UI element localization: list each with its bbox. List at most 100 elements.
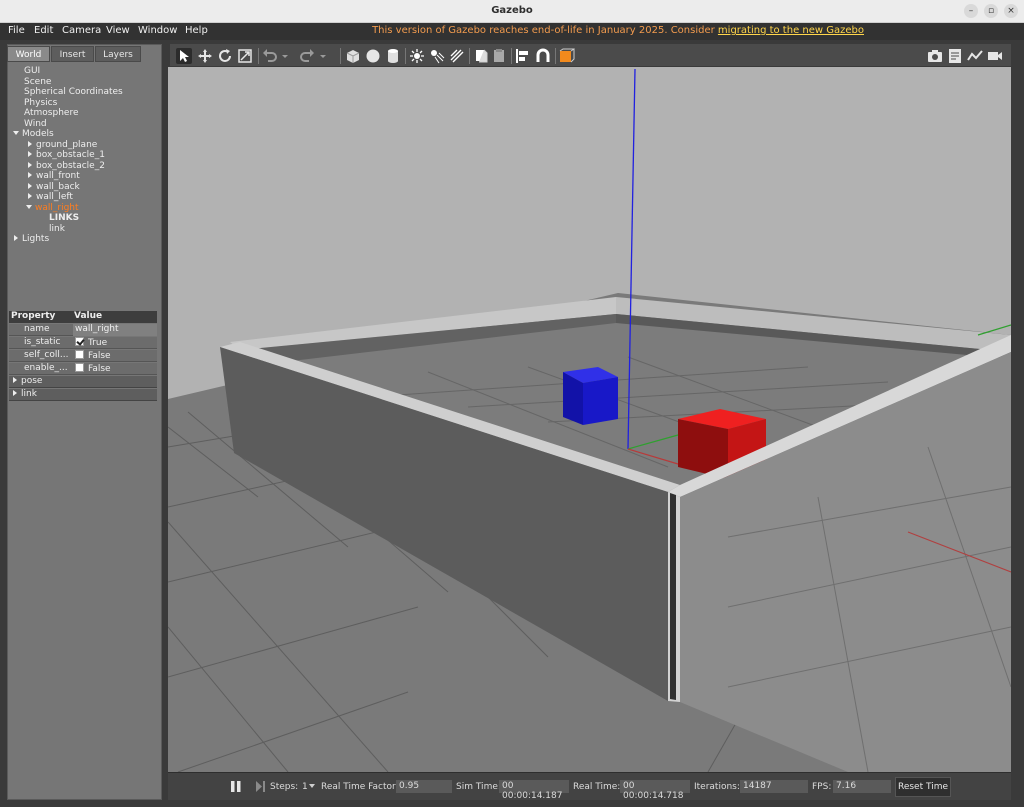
box-shape-icon[interactable] [345,48,361,64]
collapsed-arrow-icon[interactable] [13,390,17,396]
steps-dropdown-icon[interactable] [309,784,315,789]
tree-item-model[interactable]: box_obstacle_1 [28,150,105,161]
select-arrow-icon[interactable] [176,48,192,64]
align-icon[interactable] [515,48,531,64]
scene-render[interactable] [168,67,1011,772]
3d-viewport[interactable] [168,67,1011,772]
collapsed-arrow-icon[interactable] [28,172,32,178]
screenshot-icon[interactable] [927,48,943,64]
maximize-button[interactable]: ▫ [984,4,998,18]
cylinder-shape-icon[interactable] [385,48,401,64]
property-group-link[interactable]: link [9,389,157,401]
checkbox-unchecked-icon[interactable] [75,350,84,359]
collapsed-arrow-icon[interactable] [28,193,32,199]
rtf-value: 0.95 [396,780,452,793]
checkbox-checked-icon[interactable] [75,337,84,346]
tree-item-model[interactable]: wall_front [28,171,80,182]
tab-layers[interactable]: Layers [95,46,141,62]
spot-light-icon[interactable] [429,48,445,64]
collapsed-arrow-icon[interactable] [14,235,18,241]
view-angle-icon[interactable] [559,48,575,64]
sphere-shape-icon[interactable] [365,48,381,64]
property-row-enable-wind: enable_... False [9,363,157,375]
expanded-arrow-icon[interactable] [13,131,19,135]
reset-time-button[interactable]: Reset Time [895,777,951,797]
toolbar-separator [340,48,341,64]
menu-help[interactable]: Help [185,25,208,36]
copy-icon[interactable] [473,48,489,64]
property-enable-value: False [73,363,157,375]
property-self-collide-value: False [73,350,157,362]
steps-label: Steps: [270,782,299,792]
fps-label: FPS: [812,782,832,792]
steps-value[interactable]: 1 [302,782,308,792]
step-icon[interactable] [254,780,266,793]
blue-box-side [583,377,618,425]
tab-world[interactable]: World [7,46,50,62]
tree-item-scene[interactable]: Scene [24,77,51,88]
translate-icon[interactable] [197,48,213,64]
video-icon[interactable] [987,48,1003,64]
tree-item-selected-model[interactable]: wall_right [26,203,79,214]
tree-item-model-label: wall_left [36,192,73,202]
tree-item-wind[interactable]: Wind [24,119,47,130]
rotate-icon[interactable] [217,48,233,64]
toolbar-separator [405,48,406,64]
checkbox-unchecked-icon[interactable] [75,363,84,372]
tree-item-gui[interactable]: GUI [24,66,40,77]
log-icon[interactable] [947,48,963,64]
scale-icon[interactable] [237,48,253,64]
point-light-icon[interactable] [409,48,425,64]
menu-view[interactable]: View [106,25,130,36]
sim-time-value: 00 00:00:14.187 [499,780,569,801]
tree-item-model[interactable]: box_obstacle_2 [28,161,105,172]
close-button[interactable]: × [1004,4,1018,18]
redo-icon[interactable] [299,48,315,64]
tree-item-selected-label: wall_right [35,202,79,213]
links-header: LINKS [49,213,80,223]
tree-item-model[interactable]: wall_back [28,182,80,193]
collapsed-arrow-icon[interactable] [28,161,32,168]
tree-item-physics[interactable]: Physics [24,98,57,109]
tree-item-atmosphere[interactable]: Atmosphere [24,108,78,119]
tree-item-lights[interactable]: Lights [14,234,49,245]
property-link-label: link [13,389,37,399]
property-group-pose[interactable]: pose [9,376,157,388]
tree-item-spherical-coordinates[interactable]: Spherical Coordinates [24,87,123,98]
self-collide-text: False [88,351,111,361]
tree-item-model[interactable]: wall_left [28,192,73,203]
collapsed-arrow-icon[interactable] [28,140,32,147]
redo-dropdown-icon[interactable] [318,48,328,64]
collapsed-arrow-icon[interactable] [28,182,32,189]
tree-item-models-label: Models [22,129,54,139]
directional-light-icon[interactable] [449,48,465,64]
snap-icon[interactable] [535,48,551,64]
tree-item-model-label: box_obstacle_2 [36,160,105,171]
tree-item-model-label: ground_plane [36,139,98,150]
collapsed-arrow-icon[interactable] [28,151,32,157]
tree-item-link[interactable]: link [49,224,65,235]
real-time-label: Real Time: [573,782,621,792]
property-row-name: name wall_right [9,324,157,336]
tree-item-model-label: wall_front [36,171,80,181]
tree-item-model[interactable]: ground_plane [28,140,97,151]
menu-camera[interactable]: Camera [62,25,101,36]
wall-corner-gap [670,493,676,700]
minimize-button[interactable]: – [964,4,978,18]
expanded-arrow-icon[interactable] [26,204,32,209]
menu-edit[interactable]: Edit [34,25,53,36]
menu-file[interactable]: File [8,25,25,36]
migration-link[interactable]: migrating to the new Gazebo [718,25,864,36]
undo-dropdown-icon[interactable] [280,48,290,64]
paste-icon[interactable] [491,48,507,64]
menu-window[interactable]: Window [138,25,177,36]
plot-icon[interactable] [967,48,983,64]
pause-icon[interactable] [230,780,242,793]
undo-icon[interactable] [262,48,278,64]
tab-insert[interactable]: Insert [51,46,94,62]
tree-item-models[interactable]: Models [13,129,54,140]
collapsed-arrow-icon[interactable] [13,377,17,383]
property-name-value[interactable]: wall_right [73,324,157,336]
tree-item-model-label: wall_back [36,181,80,192]
window-title: Gazebo [491,5,533,16]
